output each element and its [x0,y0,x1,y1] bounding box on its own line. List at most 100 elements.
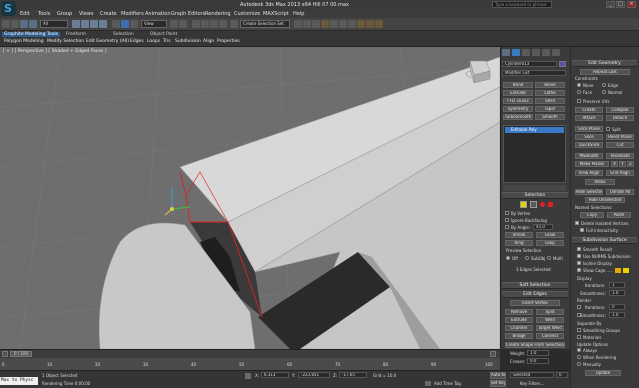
smoothing-groups-checkbox[interactable] [577,328,581,332]
when-rendering-radio[interactable] [577,355,581,359]
extrude-button[interactable]: Extrude [505,317,533,323]
angle-snap-icon[interactable] [201,20,209,28]
time-tag-icon[interactable] [425,381,431,386]
panel-subdivision[interactable]: Subdivision [175,39,201,44]
render-iterations-checkbox[interactable] [577,305,581,309]
menu-tools[interactable]: Tools [38,11,50,17]
modify-tab-icon[interactable] [512,49,520,56]
tessellate-button[interactable]: Tessellate [606,153,634,159]
auto-key-button[interactable]: Auto Key [490,372,506,379]
split-edges-button[interactable]: Split [536,309,564,315]
panel-align[interactable]: Align [203,39,214,44]
connect-button[interactable]: Connect [536,333,564,339]
selection-rollout-header[interactable]: Selection [502,192,568,199]
prev-frame-icon[interactable] [2,351,8,357]
select-rotate-icon[interactable] [121,20,129,28]
key-mode-dropdown[interactable]: Selected [510,372,554,378]
constraint-face-radio[interactable] [577,90,581,94]
full-interactivity-checkbox[interactable] [580,228,584,232]
bend-button[interactable]: Bend [503,82,533,88]
manually-radio[interactable] [577,362,581,366]
key-filters-button[interactable]: Key Filters... [520,381,544,386]
preserve-uvs-checkbox[interactable] [577,99,581,103]
repeat-last-button[interactable]: Repeat Last [580,69,630,75]
menu-help[interactable]: Help [293,11,304,17]
preview-off-radio[interactable] [506,256,510,260]
mirror-icon[interactable] [294,20,302,28]
bridge-button[interactable]: Bridge [505,333,533,339]
render-smoothness-field[interactable]: 1.0 [609,312,625,318]
copy-button[interactable]: Copy [580,212,604,218]
cage-selected-color-swatch[interactable] [623,268,629,273]
unhide-all-button[interactable]: Unhide All [606,189,634,195]
percent-snap-icon[interactable] [210,20,218,28]
add-time-tag[interactable]: Add Time Tag [434,381,461,386]
panel-edit[interactable]: Edit [86,39,95,44]
panel-tris[interactable]: Tris [163,39,171,44]
tab-graphite-modeling-tools[interactable]: Graphite Modeling Tools [2,32,61,37]
menu-views[interactable]: Views [79,11,93,17]
insert-vertex-button[interactable]: Insert Vertex [510,300,560,306]
rendered-frame-window-icon[interactable] [366,20,374,28]
hierarchy-tab-icon[interactable] [522,49,530,56]
z-coord-field[interactable]: -17.65 [339,372,367,378]
weld-button[interactable]: Weld [536,317,564,323]
split-checkbox[interactable] [606,127,610,131]
panel-modify-selection[interactable]: Modify Selection [47,39,84,44]
edit-named-selection-icon[interactable] [230,20,238,28]
smoothness-field[interactable]: 1.0 [609,290,625,296]
menu-customize[interactable]: Customize [234,11,260,17]
turbosmooth-button[interactable]: TurboSmooth [503,114,533,120]
motion-tab-icon[interactable] [532,49,540,56]
gizmo-center[interactable] [170,207,174,211]
polygon-mode-icon[interactable] [548,202,553,207]
make-planar-button[interactable]: Make Planar [575,161,609,167]
preview-multi-radio[interactable] [547,256,551,260]
edit-geometry-rollout-header[interactable]: Edit Geometry [572,60,637,67]
x-align-button[interactable]: X [611,161,618,167]
edit-edges-rollout-header[interactable]: Edit Edges [502,291,568,298]
constraint-none-radio[interactable] [577,83,581,87]
bevel-button[interactable]: Bevel [535,82,565,88]
select-move-icon[interactable] [112,20,120,28]
update-button[interactable]: Update [585,370,621,376]
panel-geometry-all[interactable]: Geometry (All) [96,39,129,44]
extrude-modifier-button[interactable]: Extrude [503,90,533,96]
tab-object-paint[interactable]: Object Paint [150,32,177,37]
object-color-swatch[interactable] [559,61,566,67]
material-editor-icon[interactable] [348,20,356,28]
curve-editor-icon[interactable] [330,20,338,28]
grow-button[interactable]: Grow [536,232,564,238]
ignore-backfacing-checkbox[interactable] [505,218,509,222]
border-mode-icon[interactable] [540,202,545,207]
menu-maxscript[interactable]: MAXScript [263,11,289,17]
crease-field[interactable]: 0.0 [527,358,549,364]
menu-animation[interactable]: Animation [145,11,171,17]
iterations-field[interactable]: 1 [609,282,625,288]
link-icon[interactable] [20,20,28,28]
collapse-button[interactable]: Collapse [606,107,634,113]
pivot-center-icon[interactable] [170,20,178,28]
next-frame-icon[interactable] [490,351,496,357]
set-key-button[interactable]: Set Key [490,380,506,387]
stack-item-editable-poly[interactable]: Editable Poly [505,127,564,133]
hide-selected-button[interactable]: Hide Selected [575,189,603,195]
y-align-button[interactable]: Y [619,161,626,167]
application-logo-icon[interactable]: S [1,1,16,16]
shrink-button[interactable]: Shrink [505,232,533,238]
soft-selection-rollout-header[interactable]: Soft Selection [502,282,568,289]
slice-button[interactable]: Slice [575,134,603,140]
slice-plane-button[interactable]: Slice Plane [575,126,603,132]
quickslice-button[interactable]: QuickSlice [575,142,603,148]
menu-edit[interactable]: Edit [20,11,30,17]
render-production-icon[interactable] [375,20,383,28]
layer-manager-icon[interactable] [312,20,320,28]
window-crossing-icon[interactable] [99,20,107,28]
materials-checkbox[interactable] [577,335,581,339]
maxscript-listener[interactable]: Max to Physc [0,377,38,385]
view-align-button[interactable]: View Align [575,170,603,176]
select-object-icon[interactable] [72,20,80,28]
remove-button[interactable]: Remove [505,309,533,315]
unlink-icon[interactable] [29,20,37,28]
ffd-button[interactable]: FFD 3x3x3 [503,98,533,104]
